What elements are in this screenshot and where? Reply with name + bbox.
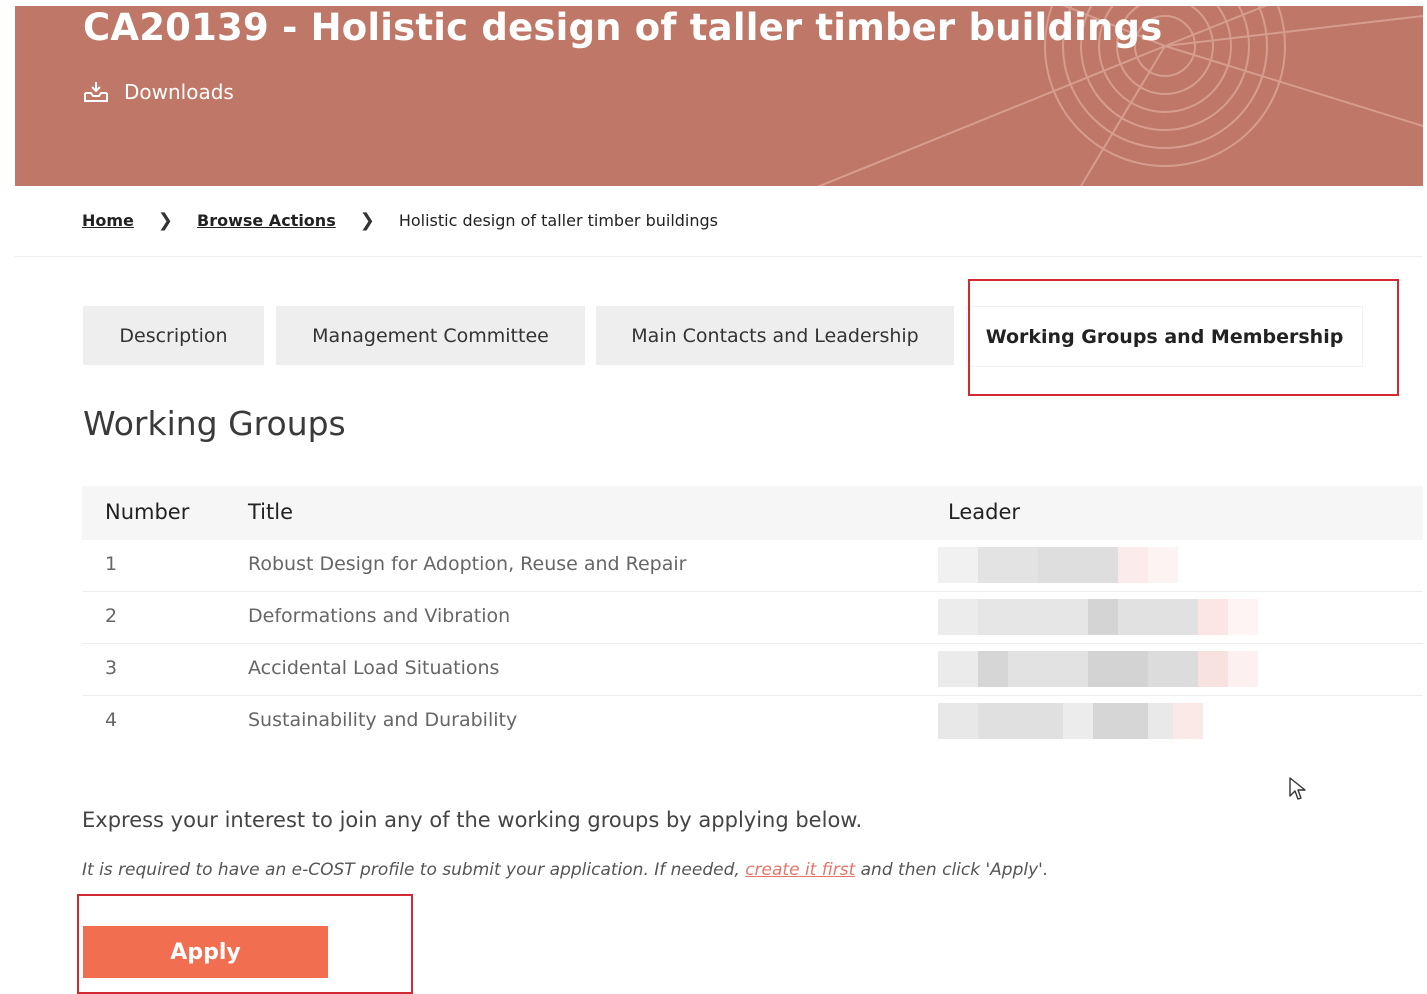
row-title: Accidental Load Situations bbox=[248, 657, 500, 679]
tab-main-contacts-leadership[interactable]: Main Contacts and Leadership bbox=[596, 306, 954, 365]
redacted-leader-name bbox=[938, 703, 1203, 739]
section-divider bbox=[15, 256, 1423, 257]
row-number: 4 bbox=[105, 709, 118, 731]
page-title: CA20139 - Holistic design of taller timb… bbox=[83, 6, 1163, 49]
row-title: Robust Design for Adoption, Reuse and Re… bbox=[248, 553, 687, 575]
chevron-right-icon: ❯ bbox=[157, 210, 173, 231]
profile-required-note: It is required to have an e-COST profile… bbox=[82, 860, 1048, 880]
redacted-leader-name bbox=[938, 547, 1178, 583]
interest-message: Express your interest to join any of the… bbox=[82, 808, 863, 832]
tab-working-groups-membership[interactable]: Working Groups and Membership bbox=[966, 306, 1363, 367]
apply-button[interactable]: Apply bbox=[83, 926, 328, 978]
tab-description[interactable]: Description bbox=[83, 306, 264, 365]
working-groups-heading: Working Groups bbox=[83, 404, 346, 443]
table-row: 4 Sustainability and Durability bbox=[82, 695, 1423, 747]
row-title: Sustainability and Durability bbox=[248, 709, 518, 731]
page-header-banner: CA20139 - Holistic design of taller timb… bbox=[15, 6, 1423, 186]
row-number: 3 bbox=[105, 657, 118, 679]
redacted-leader-name bbox=[938, 651, 1258, 687]
downloads-link[interactable]: Downloads bbox=[82, 80, 234, 104]
breadcrumb: Home ❯ Browse Actions ❯ Holistic design … bbox=[82, 210, 718, 231]
redacted-leader-name bbox=[938, 599, 1258, 635]
table-header: Number Title Leader bbox=[82, 486, 1423, 540]
row-number: 1 bbox=[105, 553, 118, 575]
profile-required-prefix: It is required to have an e-COST profile… bbox=[82, 860, 746, 880]
chevron-right-icon: ❯ bbox=[359, 210, 375, 231]
create-profile-link[interactable]: create it first bbox=[745, 860, 855, 880]
breadcrumb-current-page: Holistic design of taller timber buildin… bbox=[398, 211, 718, 230]
row-number: 2 bbox=[105, 605, 118, 627]
profile-required-suffix: and then click 'Apply'. bbox=[855, 860, 1049, 880]
downloads-label[interactable]: Downloads bbox=[124, 80, 234, 104]
row-title: Deformations and Vibration bbox=[248, 605, 511, 627]
mouse-pointer-icon bbox=[1288, 776, 1308, 806]
tab-management-committee[interactable]: Management Committee bbox=[276, 306, 585, 365]
table-row: 2 Deformations and Vibration bbox=[82, 591, 1423, 643]
breadcrumb-browse-actions-link[interactable]: Browse Actions bbox=[197, 211, 336, 230]
table-row: 3 Accidental Load Situations bbox=[82, 643, 1423, 695]
working-groups-table: Number Title Leader 1 Robust Design for … bbox=[82, 486, 1423, 747]
breadcrumb-home-link[interactable]: Home bbox=[82, 211, 134, 230]
column-header-title: Title bbox=[248, 500, 294, 524]
column-header-number: Number bbox=[105, 500, 190, 524]
column-header-leader: Leader bbox=[948, 500, 1021, 524]
table-row: 1 Robust Design for Adoption, Reuse and … bbox=[82, 540, 1423, 591]
download-tray-icon bbox=[82, 80, 110, 104]
